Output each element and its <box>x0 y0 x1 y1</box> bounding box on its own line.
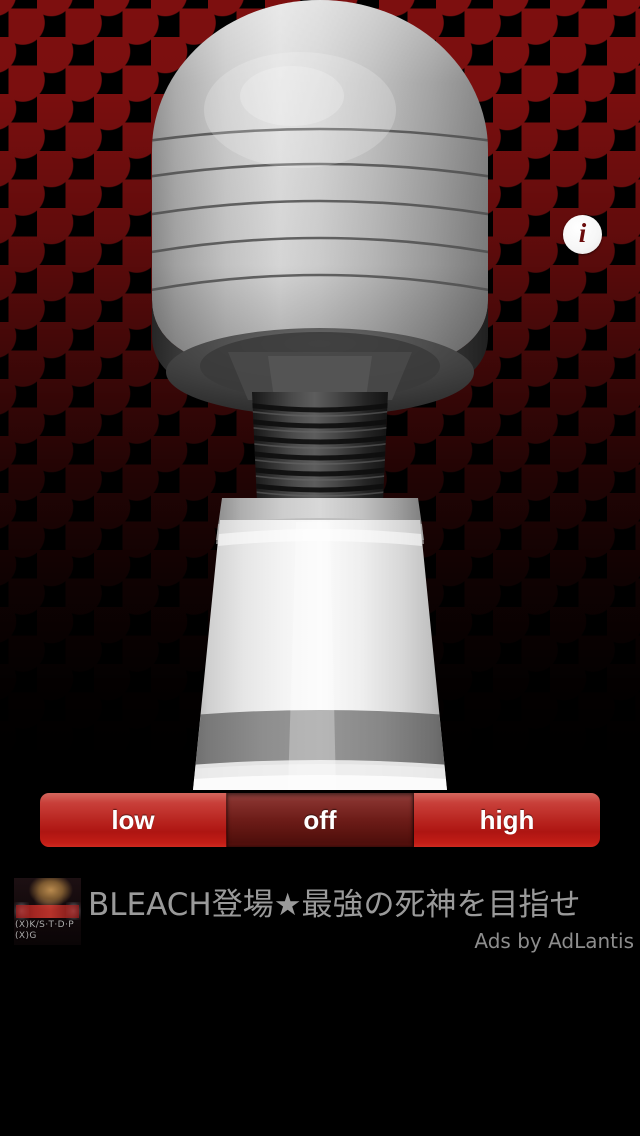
speed-option-off-label: off <box>303 804 337 835</box>
speed-option-low-label: low <box>111 804 155 835</box>
ad-attribution[interactable]: Ads by AdLantis <box>474 930 634 952</box>
ad-banner[interactable]: (X)K/S·T·D·P (X)G BLEACH登場★最強の死神を目指せ Ads… <box>0 878 640 956</box>
info-icon: i <box>578 218 587 248</box>
info-icon-button[interactable]: i <box>563 215 602 254</box>
speed-option-low[interactable]: low <box>40 793 227 847</box>
ad-thumbnail-logo <box>16 905 79 918</box>
dot-pattern <box>0 0 640 800</box>
ad-headline[interactable]: BLEACH登場★最強の死神を目指せ <box>88 886 608 924</box>
speed-segmented-control[interactable]: low off high <box>40 793 600 847</box>
ad-thumbnail[interactable]: (X)K/S·T·D·P (X)G <box>14 878 81 945</box>
speed-option-high[interactable]: high <box>414 793 600 847</box>
ad-thumbnail-caption: (X)K/S·T·D·P (X)G <box>15 920 75 941</box>
polka-dot-background <box>0 0 640 800</box>
app-screen: i low off high (X)K/S·T·D·P (X)G BLEACH登… <box>0 0 640 1136</box>
speed-option-high-label: high <box>479 804 535 835</box>
speed-option-off[interactable]: off <box>227 793 414 847</box>
